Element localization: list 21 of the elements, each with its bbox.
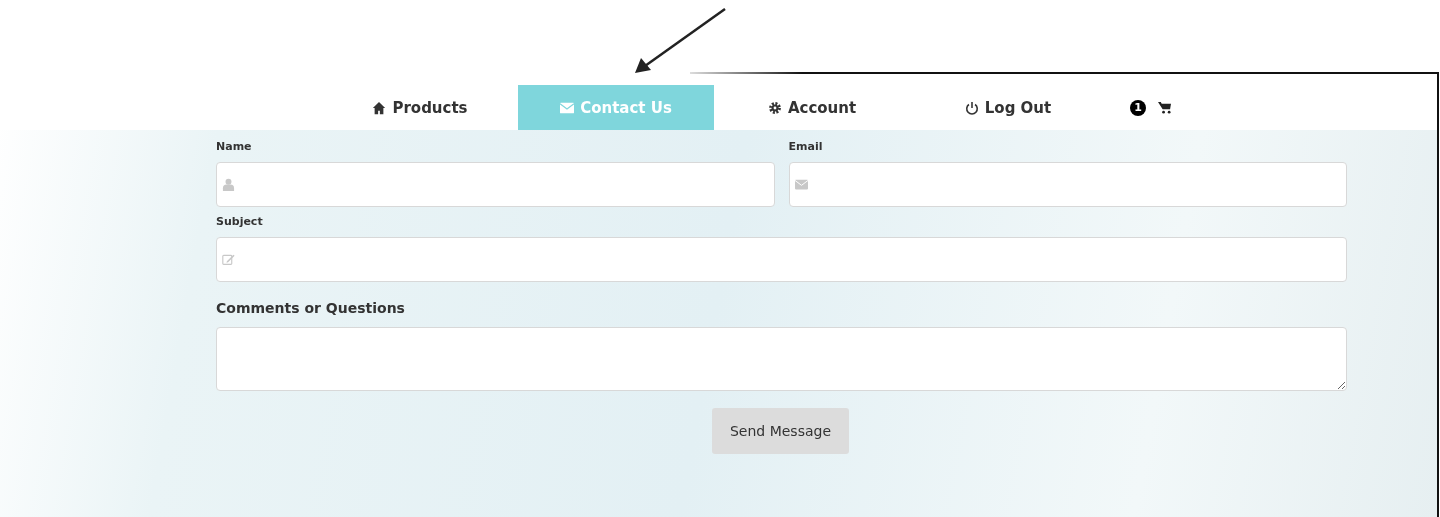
user-icon xyxy=(222,178,235,191)
input-field[interactable] xyxy=(788,162,1347,207)
edit-icon xyxy=(222,253,235,266)
power-icon xyxy=(964,100,979,115)
send-button[interactable]: Send Message xyxy=(712,408,849,454)
cart-count-badge: 1 xyxy=(1130,99,1146,116)
field-label: Name xyxy=(216,140,253,153)
text-area[interactable] xyxy=(216,327,1347,391)
nav-tab[interactable]: Products xyxy=(322,85,518,130)
cart-icon[interactable] xyxy=(1158,101,1171,114)
field-label: Email xyxy=(788,140,824,153)
input-field[interactable] xyxy=(216,162,775,207)
field-label: Subject xyxy=(216,215,264,228)
home-icon xyxy=(372,100,387,115)
field-label: Comments or Questions xyxy=(216,300,406,316)
nav-tab[interactable]: Log Out xyxy=(910,85,1106,130)
nav-tab[interactable]: Account xyxy=(714,85,910,130)
input-field[interactable] xyxy=(216,237,1347,282)
envelope-icon xyxy=(794,178,808,191)
envelope-icon xyxy=(560,100,575,115)
gear-icon xyxy=(767,100,782,115)
